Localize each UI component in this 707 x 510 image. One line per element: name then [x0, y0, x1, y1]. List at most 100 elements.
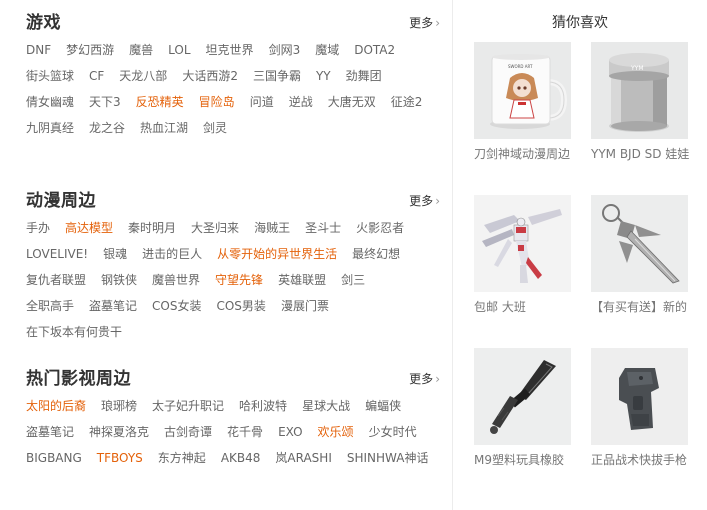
sword-keychain-image[interactable] [591, 195, 688, 292]
tag-link[interactable]: TFBOYS [97, 445, 143, 471]
tag-link[interactable]: 大圣归来 [191, 215, 239, 241]
holster-image[interactable] [591, 348, 688, 445]
tag-link[interactable]: COS男装 [216, 293, 265, 319]
tag-link[interactable]: 盗墓笔记 [26, 419, 74, 445]
tag-link[interactable]: 问道 [250, 89, 274, 115]
tag-link[interactable]: 三国争霸 [253, 63, 301, 89]
tag-row: 手办 高达模型 秦时明月 大圣归来 海贼王 圣斗士 火影忍者 [26, 215, 440, 241]
section-movie: 热门影视周边 更多 › 太阳的后裔 琅琊榜 太子妃升职记 哈利波特 星球大战 蝙蝠侠 盗墓笔记… [26, 368, 440, 471]
tag-list: 太阳的后裔 琅琊榜 太子妃升职记 哈利波特 星球大战 蝙蝠侠 盗墓笔记 神探夏洛克 古剑奇谭 花千… [26, 393, 440, 471]
tag-link[interactable]: 高达模型 [65, 215, 113, 241]
knife-image[interactable] [474, 348, 571, 445]
tag-link[interactable]: YY [316, 63, 331, 89]
product-caption[interactable]: 正品战术快拔手枪 [591, 452, 691, 468]
tag-link[interactable]: 坦克世界 [206, 37, 254, 63]
tag-row: 九阴真经 龙之谷 热血江湖 剑灵 [26, 115, 440, 141]
product-caption[interactable]: M9塑料玩具橡胶 [474, 452, 574, 468]
tag-link[interactable]: 哈利波特 [239, 393, 287, 419]
tag-link[interactable]: 进击的巨人 [142, 241, 202, 267]
tag-link[interactable]: EXO [278, 419, 302, 445]
more-link[interactable]: 更多 › [409, 15, 440, 31]
tag-link[interactable]: 银魂 [103, 241, 127, 267]
tag-link[interactable]: SHINHWA神话 [347, 445, 429, 471]
tag-row: 太阳的后裔 琅琊榜 太子妃升职记 哈利波特 星球大战 蝙蝠侠 [26, 393, 440, 419]
section-header: 热门影视周边 更多 › [26, 368, 440, 390]
tag-link[interactable]: 剑网3 [269, 37, 301, 63]
product-card[interactable]: 【有买有送】新的 [591, 195, 689, 315]
tag-link[interactable]: 剑三 [341, 267, 365, 293]
tag-link[interactable]: 复仇者联盟 [26, 267, 86, 293]
tag-link[interactable]: 冒险岛 [199, 89, 235, 115]
product-caption[interactable]: 【有买有送】新的 [591, 299, 691, 315]
tag-link[interactable]: COS女装 [152, 293, 201, 319]
section-title: 热门影视周边 [26, 369, 131, 389]
tag-link[interactable]: 手办 [26, 215, 50, 241]
tag-link[interactable]: 在下坂本有何贵干 [26, 319, 122, 345]
tag-link[interactable]: 钢铁侠 [101, 267, 137, 293]
product-caption[interactable]: 包邮 大班 [474, 299, 574, 315]
tag-link[interactable]: 岚ARASHI [275, 445, 331, 471]
tag-link[interactable]: 龙之谷 [89, 115, 125, 141]
tag-link[interactable]: 星球大战 [302, 393, 350, 419]
more-link[interactable]: 更多 › [409, 371, 440, 387]
tag-link[interactable]: 蝙蝠侠 [365, 393, 401, 419]
tag-link[interactable]: 英雄联盟 [278, 267, 326, 293]
tag-link[interactable]: DNF [26, 37, 51, 63]
tag-link[interactable]: 最终幻想 [352, 241, 400, 267]
tag-link[interactable]: 全职高手 [26, 293, 74, 319]
product-card[interactable]: SWORD ART 刀剑神域动漫周边 [474, 42, 572, 162]
tag-link[interactable]: 倩女幽魂 [26, 89, 74, 115]
tag-link[interactable]: DOTA2 [354, 37, 395, 63]
tag-link[interactable]: 剑灵 [203, 115, 227, 141]
tag-link[interactable]: 大话西游2 [182, 63, 238, 89]
tag-link[interactable]: 海贼王 [254, 215, 290, 241]
tag-link[interactable]: 盗墓笔记 [89, 293, 137, 319]
tag-link[interactable]: AKB48 [221, 445, 261, 471]
tag-link[interactable]: 街头篮球 [26, 63, 74, 89]
tag-link[interactable]: 魔兽世界 [152, 267, 200, 293]
tag-link[interactable]: 九阴真经 [26, 115, 74, 141]
tag-link[interactable]: 天龙八部 [119, 63, 167, 89]
mug-image[interactable]: SWORD ART [474, 42, 571, 139]
tag-link[interactable]: 热血江湖 [140, 115, 188, 141]
product-card[interactable]: M9塑料玩具橡胶 [474, 348, 572, 468]
tag-link[interactable]: 天下3 [89, 89, 121, 115]
tin-can-image[interactable]: YYM [591, 42, 688, 139]
tag-link[interactable]: 征途2 [391, 89, 423, 115]
tag-link[interactable]: 琅琊榜 [101, 393, 137, 419]
tag-link[interactable]: 少女时代 [369, 419, 417, 445]
tag-link[interactable]: 秦时明月 [128, 215, 176, 241]
gundam-model-image[interactable] [474, 195, 571, 292]
tag-list: DNF 梦幻西游 魔兽 LOL 坦克世界 剑网3 魔域 DOTA2 街头篮球 CF 天龙八部 大话西游… [26, 37, 440, 141]
tag-link[interactable]: 魔域 [315, 37, 339, 63]
tag-link[interactable]: 守望先锋 [215, 267, 263, 293]
tag-link[interactable]: 劲舞团 [346, 63, 382, 89]
tag-link[interactable]: 火影忍者 [356, 215, 404, 241]
tag-link[interactable]: CF [89, 63, 104, 89]
tag-link[interactable]: 东方神起 [158, 445, 206, 471]
tag-link[interactable]: 花千骨 [227, 419, 263, 445]
tag-link[interactable]: LOVELIVE! [26, 241, 88, 267]
tag-link[interactable]: 圣斗士 [305, 215, 341, 241]
product-card[interactable]: 包邮 大班 [474, 195, 572, 315]
product-card[interactable]: 正品战术快拔手枪 [591, 348, 689, 468]
product-card[interactable]: YYM YYM BJD SD 娃娃 [591, 42, 689, 162]
tag-link[interactable]: 漫展门票 [281, 293, 329, 319]
tag-link[interactable]: 从零开始的异世界生活 [217, 241, 337, 267]
tag-link[interactable]: 太阳的后裔 [26, 393, 86, 419]
tag-link[interactable]: LOL [168, 37, 190, 63]
tag-link[interactable]: 反恐精英 [136, 89, 184, 115]
tag-list: 手办 高达模型 秦时明月 大圣归来 海贼王 圣斗士 火影忍者 LOVELIVE! 银魂 进击的巨人… [26, 215, 440, 345]
tag-link[interactable]: 大唐无双 [328, 89, 376, 115]
tag-link[interactable]: 古剑奇谭 [164, 419, 212, 445]
product-caption[interactable]: 刀剑神域动漫周边 [474, 146, 574, 162]
product-caption[interactable]: YYM BJD SD 娃娃 [591, 146, 691, 162]
tag-link[interactable]: 太子妃升职记 [152, 393, 224, 419]
tag-link[interactable]: 魔兽 [129, 37, 153, 63]
tag-link[interactable]: 逆战 [289, 89, 313, 115]
tag-link[interactable]: 欢乐颂 [318, 419, 354, 445]
tag-link[interactable]: 梦幻西游 [66, 37, 114, 63]
tag-link[interactable]: 神探夏洛克 [89, 419, 149, 445]
tag-link[interactable]: BIGBANG [26, 445, 82, 471]
more-link[interactable]: 更多 › [409, 193, 440, 209]
